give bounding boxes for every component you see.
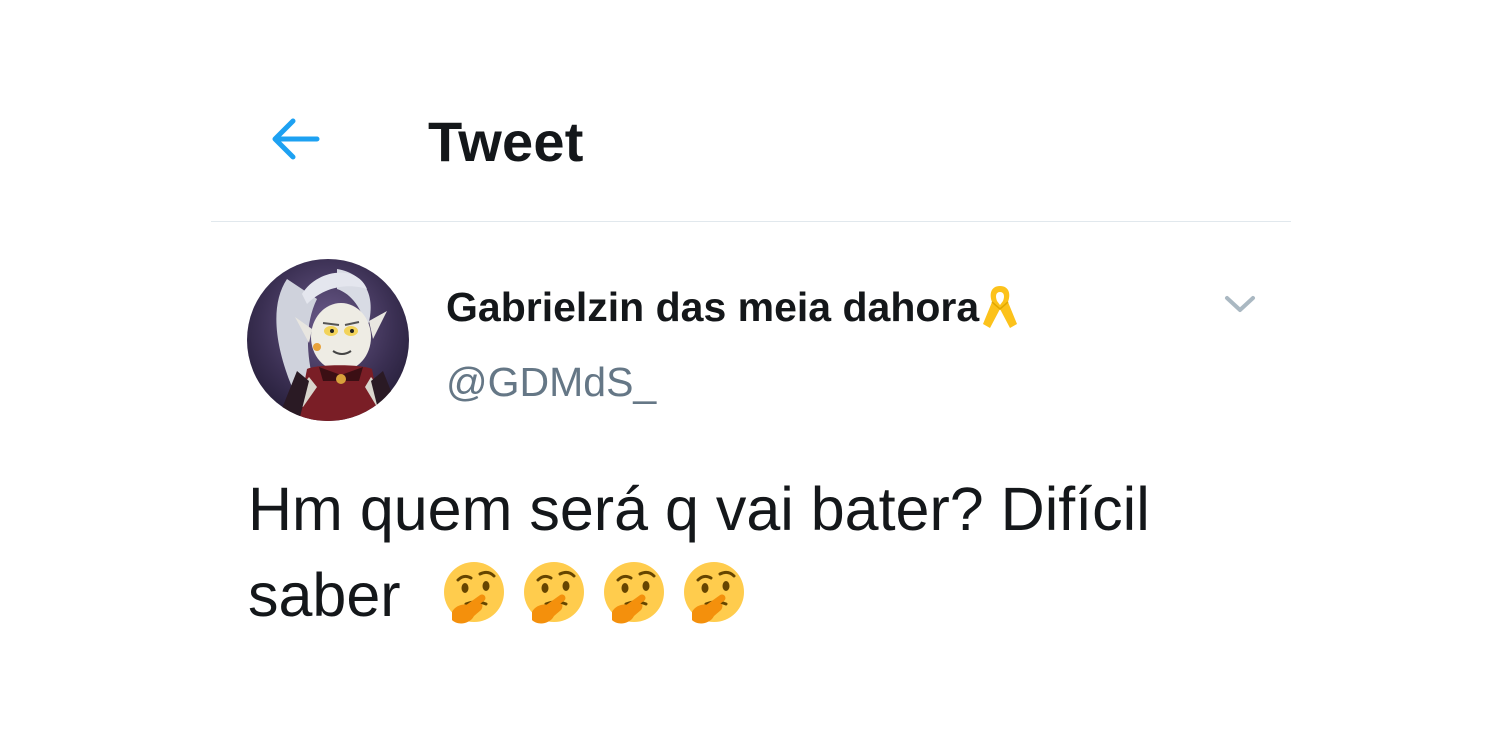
tweet-text-line-2-text: saber: [248, 561, 401, 629]
tweet-body: Hm quem será q vai bater? Difícil saber: [248, 466, 1258, 638]
emoji-group: [438, 558, 750, 630]
tweet-text-line-2: saber: [248, 552, 1258, 638]
page-title: Tweet: [428, 110, 584, 173]
header-divider: [211, 221, 1291, 222]
avatar-image: [247, 259, 409, 421]
author-name-row[interactable]: Gabrielzin das meia dahora: [446, 280, 1019, 334]
author-display-name: Gabrielzin das meia dahora: [446, 284, 980, 330]
tweet-text-line-1: Hm quem será q vai bater? Difícil: [248, 475, 1150, 543]
avatar[interactable]: [247, 259, 409, 421]
thinking-face-icon: [523, 561, 584, 624]
back-button[interactable]: [262, 108, 328, 170]
thinking-face-icon: [443, 561, 504, 624]
author-username[interactable]: @GDMdS_: [446, 354, 656, 410]
top-bar: Tweet: [0, 0, 1502, 222]
thinking-face-icon: [683, 561, 744, 624]
yellow-ribbon-icon: [981, 282, 1019, 332]
arrow-left-icon: [272, 118, 320, 160]
thinking-face-icon: [603, 561, 664, 624]
tweet-menu-button[interactable]: [1218, 284, 1262, 324]
chevron-down-icon: [1225, 296, 1255, 312]
